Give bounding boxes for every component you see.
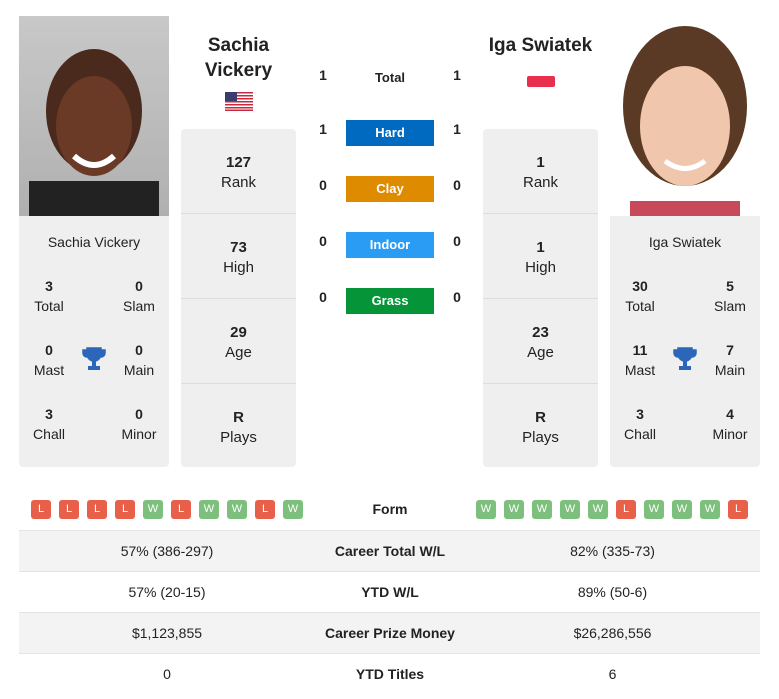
stat-chall: 3 Chall bbox=[33, 406, 65, 442]
player-heading-left[interactable]: Sachia Vickery bbox=[181, 33, 296, 83]
left-value: 57% (20-15) bbox=[128, 584, 206, 600]
age-cell: 23 Age bbox=[483, 299, 598, 384]
form-win-badge: W bbox=[532, 500, 552, 519]
h2h-left-score: 0 bbox=[319, 289, 327, 305]
player-card-left: Sachia Vickery 3 Total 0 Slam 0 Mast 0 Main … bbox=[19, 216, 169, 467]
player-card-right: Iga Swiatek 30 Total 5 Slam 11 Mast 7 Main 3… bbox=[610, 216, 760, 467]
high-cell: 1 High bbox=[483, 214, 598, 299]
form-win-badge: W bbox=[283, 500, 303, 519]
stat-chall: 3 Chall bbox=[624, 406, 656, 442]
form-win-badge: W bbox=[504, 500, 524, 519]
stats-row: 57% (386-297) Career Total W/L 82% (335-73… bbox=[19, 530, 760, 571]
form-win-badge: W bbox=[199, 500, 219, 519]
h2h-right-score: 1 bbox=[453, 67, 461, 83]
form-right: WWWWWLWWWL bbox=[476, 500, 748, 519]
form-win-badge: W bbox=[560, 500, 580, 519]
player-name: Iga Swiatek bbox=[648, 234, 722, 250]
rank-column-left: 127 Rank 73 High 29 Age R Plays bbox=[181, 129, 296, 467]
left-value: $1,123,855 bbox=[131, 625, 203, 641]
rank-cell: 1 Rank bbox=[483, 129, 598, 214]
stat-minor: 4 Minor bbox=[712, 406, 748, 442]
stat-total: 3 Total bbox=[34, 278, 64, 314]
form-win-badge: W bbox=[644, 500, 664, 519]
plays-cell: R Plays bbox=[220, 409, 257, 446]
surface-hard-badge[interactable]: Hard bbox=[346, 120, 434, 146]
h2h-right-score: 0 bbox=[453, 177, 461, 193]
trophy-icon bbox=[673, 347, 697, 370]
rank-cell: 127 Rank bbox=[181, 129, 296, 214]
form-label: Form bbox=[372, 501, 408, 517]
usa-flag-icon bbox=[225, 92, 253, 111]
form-win-badge: W bbox=[588, 500, 608, 519]
left-value: 0 bbox=[163, 666, 171, 682]
player-name: Sachia Vickery bbox=[47, 234, 141, 250]
form-win-badge: W bbox=[227, 500, 247, 519]
form-win-badge: W bbox=[476, 500, 496, 519]
form-left: LLLLWLWWLW bbox=[31, 500, 303, 519]
right-value: 6 bbox=[608, 666, 617, 682]
stat-main: 7 Main bbox=[714, 342, 746, 378]
form-loss-badge: L bbox=[59, 500, 79, 519]
stat-mast: 11 Mast bbox=[624, 342, 656, 378]
row-label: YTD Titles bbox=[355, 666, 425, 682]
h2h-right-score: 1 bbox=[453, 121, 461, 137]
form-loss-badge: L bbox=[616, 500, 636, 519]
stat-slam: 0 Slam bbox=[123, 278, 155, 314]
form-loss-badge: L bbox=[115, 500, 135, 519]
h2h-right-score: 0 bbox=[453, 289, 461, 305]
form-loss-badge: L bbox=[31, 500, 51, 519]
form-win-badge: W bbox=[672, 500, 692, 519]
h2h-left-score: 1 bbox=[319, 121, 327, 137]
stat-mast: 0 Mast bbox=[33, 342, 65, 378]
player-photo-right bbox=[610, 16, 760, 216]
stat-minor: 0 Minor bbox=[121, 406, 157, 442]
form-loss-badge: L bbox=[728, 500, 748, 519]
stat-total: 30 Total bbox=[625, 278, 655, 314]
row-label: YTD W/L bbox=[361, 584, 419, 600]
h2h-left-score: 1 bbox=[319, 67, 327, 83]
player-photo-left bbox=[19, 16, 169, 216]
h2h-right-score: 0 bbox=[453, 233, 461, 249]
stats-row: 0 YTD Titles 6 bbox=[19, 653, 760, 694]
row-label: Career Prize Money bbox=[325, 625, 455, 641]
stats-row: $1,123,855 Career Prize Money $26,286,556 bbox=[19, 612, 760, 653]
right-value: $26,286,556 bbox=[573, 625, 652, 641]
poland-flag-icon bbox=[527, 76, 555, 87]
form-win-badge: W bbox=[700, 500, 720, 519]
stat-main: 0 Main bbox=[123, 342, 155, 378]
trophy-icon bbox=[82, 347, 106, 370]
right-value: 89% (50-6) bbox=[577, 584, 648, 600]
plays-cell: R Plays bbox=[522, 409, 559, 446]
form-win-badge: W bbox=[143, 500, 163, 519]
high-cell: 73 High bbox=[181, 214, 296, 299]
surface-grass-badge[interactable]: Grass bbox=[346, 288, 434, 314]
h2h-left-score: 0 bbox=[319, 177, 327, 193]
form-loss-badge: L bbox=[255, 500, 275, 519]
form-loss-badge: L bbox=[171, 500, 191, 519]
rank-column-right: 1 Rank 1 High 23 Age R Plays bbox=[483, 129, 598, 467]
player-heading-right[interactable]: Iga Swiatek bbox=[483, 33, 598, 58]
surface-clay-badge[interactable]: Clay bbox=[346, 176, 434, 202]
form-loss-badge: L bbox=[87, 500, 107, 519]
h2h-total-label: Total bbox=[374, 70, 406, 85]
left-value: 57% (386-297) bbox=[120, 543, 214, 559]
age-cell: 29 Age bbox=[181, 299, 296, 384]
row-label: Career Total W/L bbox=[334, 543, 446, 559]
h2h-left-score: 0 bbox=[319, 233, 327, 249]
surface-indoor-badge[interactable]: Indoor bbox=[346, 232, 434, 258]
stats-row: 57% (20-15) YTD W/L 89% (50-6) bbox=[19, 571, 760, 612]
right-value: 82% (335-73) bbox=[570, 543, 655, 559]
stat-slam: 5 Slam bbox=[714, 278, 746, 314]
